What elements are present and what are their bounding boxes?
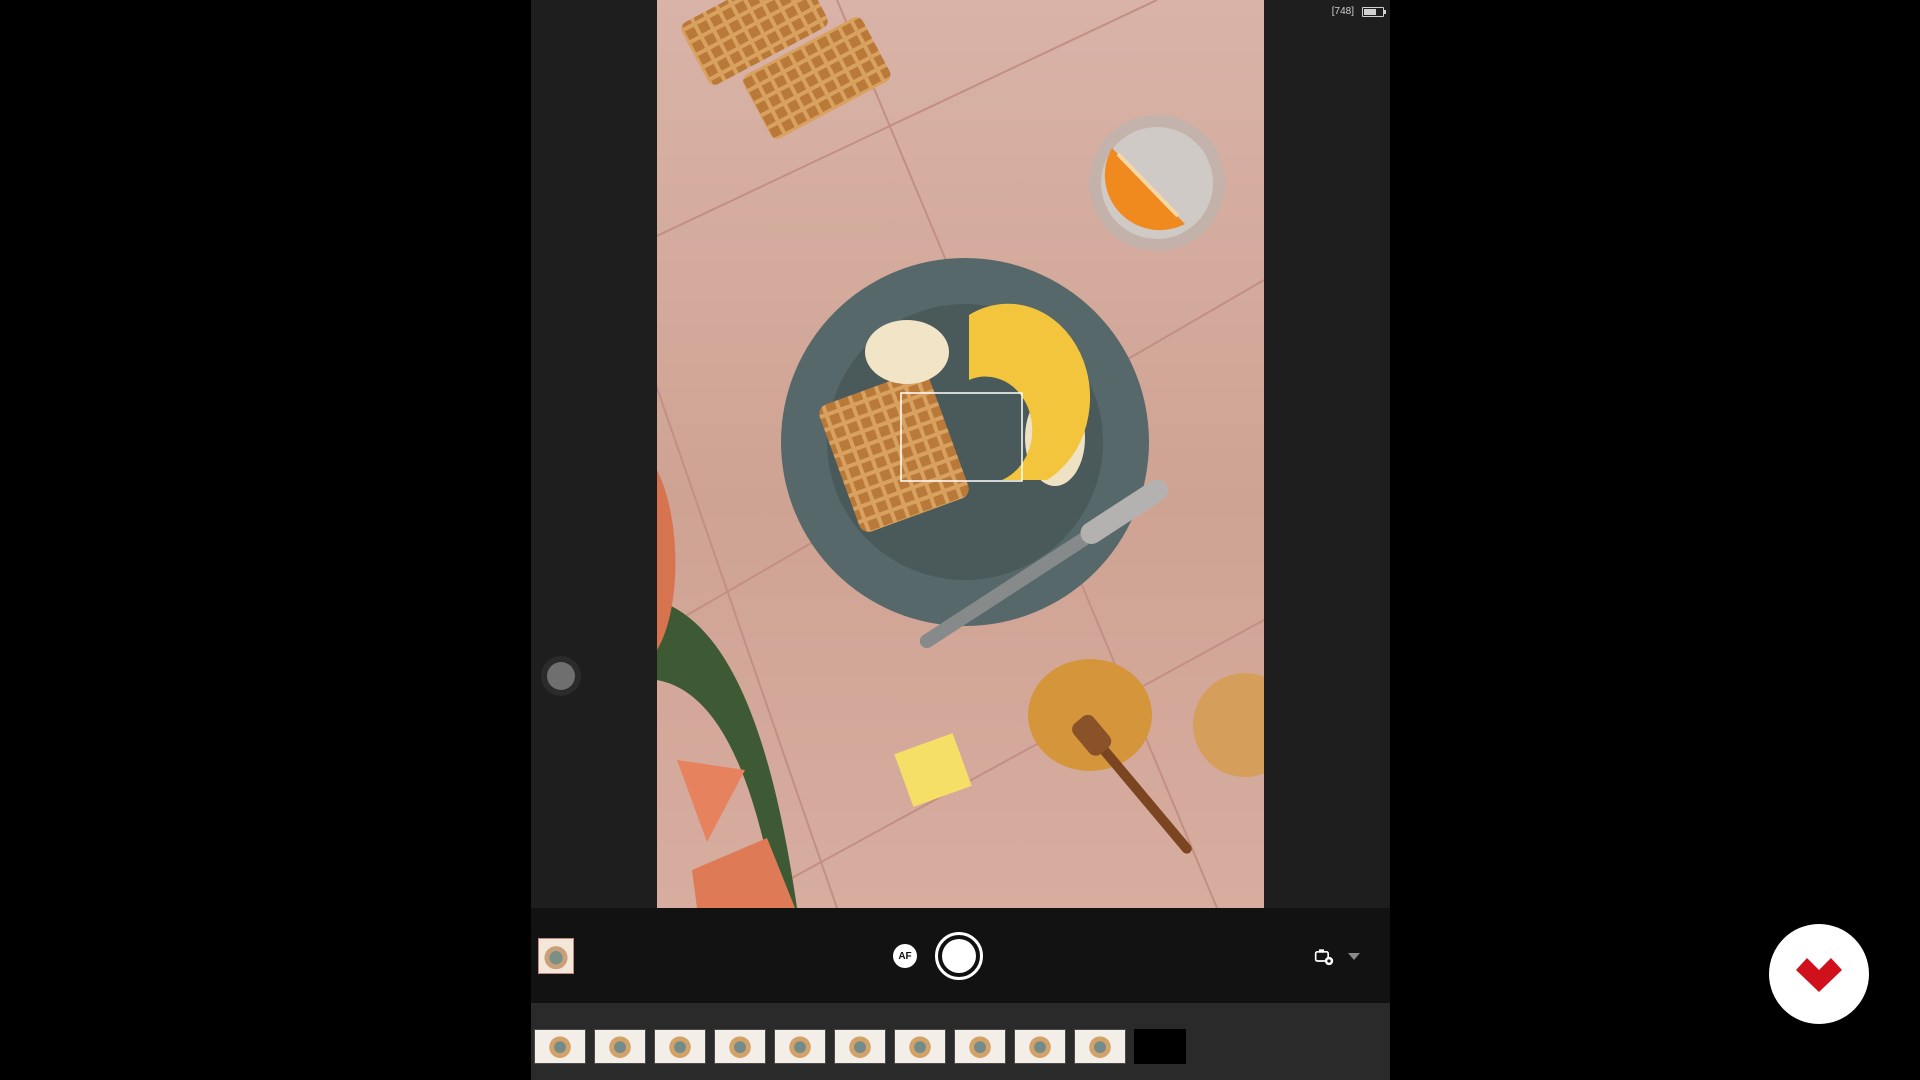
camera-settings-icon[interactable] xyxy=(1314,946,1334,966)
chevron-down-icon[interactable] xyxy=(1348,953,1360,960)
camera-app: [748] AF xyxy=(531,0,1390,1080)
heart-logo-icon xyxy=(1796,958,1842,992)
film-frame[interactable] xyxy=(834,1029,886,1064)
zoom-knob[interactable] xyxy=(547,662,575,690)
af-label: AF xyxy=(898,950,912,962)
film-frame[interactable] xyxy=(654,1029,706,1064)
shutter-button[interactable] xyxy=(935,932,983,980)
battery-icon xyxy=(1362,6,1386,17)
live-view-preview xyxy=(657,0,1264,908)
empty-film-frame[interactable] xyxy=(1134,1029,1186,1064)
film-frame[interactable] xyxy=(1014,1029,1066,1064)
control-bar: AF xyxy=(531,908,1390,1003)
last-photo-thumbnail[interactable] xyxy=(538,938,574,974)
autofocus-button[interactable]: AF xyxy=(893,944,917,968)
film-row xyxy=(534,1029,1186,1064)
right-rail: [748] xyxy=(1264,0,1390,908)
left-rail xyxy=(531,0,657,908)
film-strip xyxy=(531,1003,1390,1080)
shots-remaining: [748] xyxy=(1331,6,1354,17)
film-frame[interactable] xyxy=(714,1029,766,1064)
film-frame[interactable] xyxy=(774,1029,826,1064)
film-frame[interactable] xyxy=(594,1029,646,1064)
film-frame[interactable] xyxy=(1074,1029,1126,1064)
film-frame[interactable] xyxy=(534,1029,586,1064)
viewfinder[interactable] xyxy=(657,0,1264,908)
status-bar: [748] xyxy=(1331,6,1386,17)
film-frame[interactable] xyxy=(894,1029,946,1064)
film-frame[interactable] xyxy=(954,1029,1006,1064)
brand-fab[interactable] xyxy=(1769,924,1869,1024)
